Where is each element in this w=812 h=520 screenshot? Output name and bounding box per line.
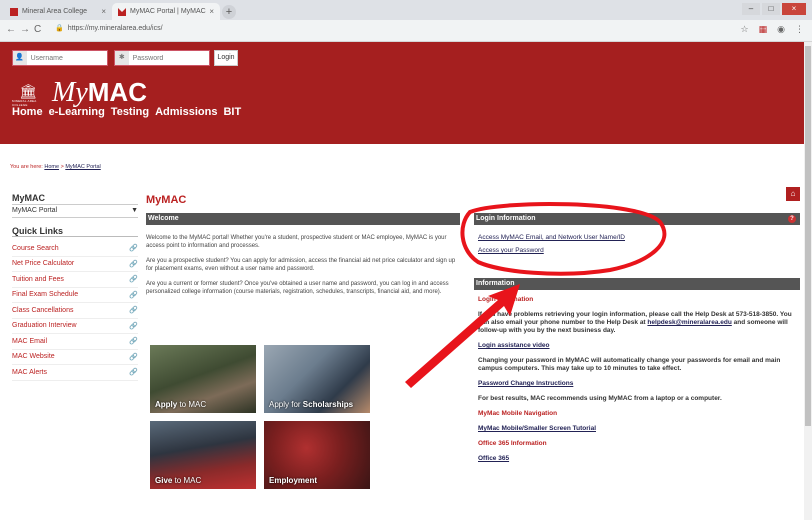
nav-elearning[interactable]: e-Learning — [49, 106, 105, 118]
tab-title: Mineral Area College — [22, 8, 87, 15]
username-field[interactable]: 👤 — [12, 50, 108, 66]
mymac-logo[interactable]: 🏛 MINERAL AREA COLLEGE MyMAC — [12, 77, 147, 107]
browser-tab-bar: Mineral Area College × MyMAC Portal | My… — [0, 0, 812, 20]
quick-link[interactable]: Graduation Interview 🔗 — [12, 319, 138, 334]
portal-select[interactable]: MyMAC Portal ▼ — [12, 204, 138, 218]
give-tile[interactable]: Give to MAC — [150, 421, 256, 489]
college-building-icon: 🏛 MINERAL AREA COLLEGE — [12, 83, 37, 107]
nav-home[interactable]: Home — [12, 106, 43, 118]
link-icon: 🔗 — [129, 291, 138, 299]
link-icon: 🔗 — [129, 260, 138, 268]
nav-testing[interactable]: Testing — [111, 106, 149, 118]
quick-link[interactable]: Course Search 🔗 — [12, 241, 138, 257]
page-title: MyMAC — [146, 194, 187, 206]
close-tab-icon[interactable]: × — [209, 7, 214, 16]
back-icon[interactable]: ← — [6, 24, 16, 35]
office-title: Office 365 Information — [478, 440, 547, 447]
url-text: https://my.mineralarea.edu/ics/ — [67, 25, 163, 32]
chevron-down-icon: ▼ — [131, 207, 138, 214]
mymac-favicon-icon — [118, 7, 126, 16]
minimize-icon[interactable]: – — [742, 3, 760, 15]
welcome-text: Welcome to the MyMAC portal! Whether you… — [146, 235, 456, 295]
quick-link[interactable]: Final Exam Schedule 🔗 — [12, 288, 138, 303]
link-icon: 🔗 — [129, 245, 138, 253]
quick-link[interactable]: MAC Email 🔗 — [12, 334, 138, 350]
user-icon: 👤 — [13, 51, 27, 65]
window-controls: – □ × — [742, 3, 806, 15]
username-input[interactable] — [26, 51, 107, 65]
welcome-header: Welcome — [146, 213, 460, 225]
home-icon[interactable]: ⌂ — [786, 187, 800, 201]
extension-icon[interactable]: ▦ — [759, 24, 768, 35]
login-button[interactable]: Login — [214, 50, 238, 66]
scrollbar-thumb[interactable] — [805, 46, 811, 426]
address-bar-row: ← → C 🔒 https://my.mineralarea.edu/ics/ ☆… — [0, 20, 812, 42]
password-note: Changing your password in MyMAC will aut… — [478, 357, 781, 372]
breadcrumb-current[interactable]: MyMAC Portal — [65, 164, 100, 170]
breadcrumb: You are here: Home > MyMAC Portal — [10, 164, 101, 170]
nav-admissions[interactable]: Admissions — [155, 106, 217, 118]
link-icon: 🔗 — [129, 338, 138, 346]
college-favicon-icon — [10, 7, 18, 16]
close-tab-icon[interactable]: × — [101, 7, 106, 16]
scholarships-tile[interactable]: Apply for Scholarships — [264, 345, 370, 413]
quick-link[interactable]: Class Cancellations 🔗 — [12, 303, 138, 319]
login-info-title: Login Information — [478, 296, 534, 303]
key-icon: ✱ — [115, 51, 129, 65]
toolbar-icons: ☆ ▦ ◉ ⋮ — [741, 24, 804, 35]
maximize-icon[interactable]: □ — [762, 3, 780, 15]
quick-link[interactable]: MAC Alerts 🔗 — [12, 365, 138, 381]
quick-link[interactable]: Tuition and Fees 🔗 — [12, 272, 138, 288]
close-window-icon[interactable]: × — [782, 3, 806, 15]
link-icon: 🔗 — [129, 322, 138, 330]
mobile-title: MyMac Mobile Navigation — [478, 410, 558, 417]
tab-title: MyMAC Portal | MyMAC — [130, 8, 206, 15]
password-field[interactable]: ✱ — [114, 50, 210, 66]
sidebar-title: MyMAC — [12, 193, 45, 203]
account-icon[interactable]: ◉ — [777, 24, 785, 35]
link-icon: 🔗 — [129, 307, 138, 315]
main-nav: Home e-Learning Testing Admissions BIT — [12, 106, 241, 118]
nav-bit[interactable]: BIT — [223, 106, 241, 118]
browser-tab-mymac[interactable]: MyMAC Portal | MyMAC × — [112, 3, 220, 20]
page-scrollbar[interactable] — [804, 42, 812, 520]
login-video-link[interactable]: Login assistance video — [478, 342, 550, 349]
information-body: Login Information If you have problems r… — [478, 296, 798, 470]
login-info-header: Login Information ? — [474, 213, 800, 225]
access-email-link[interactable]: Access MyMAC Email, and Network User Nam… — [478, 234, 625, 241]
login-info-links: Access MyMAC Email, and Network User Nam… — [478, 234, 625, 260]
password-change-link[interactable]: Password Change Instructions — [478, 380, 573, 387]
new-tab-button[interactable]: + — [222, 5, 236, 19]
best-results-text: For best results, MAC recommends using M… — [478, 395, 722, 402]
link-icon: 🔗 — [129, 276, 138, 284]
information-header: Information — [474, 278, 800, 290]
star-icon[interactable]: ☆ — [741, 24, 749, 35]
access-password-link[interactable]: Access your Password — [478, 247, 625, 254]
lock-icon: 🔒 — [55, 25, 64, 32]
office-365-link[interactable]: Office 365 — [478, 455, 509, 462]
quick-links-list: Course Search 🔗 Net Price Calculator 🔗 Tui… — [12, 241, 138, 381]
browser-tab-college[interactable]: Mineral Area College × — [4, 3, 112, 20]
menu-icon[interactable]: ⋮ — [795, 24, 804, 35]
mobile-tutorial-link[interactable]: MyMac Mobile/Smaller Screen Tutorial — [478, 425, 596, 432]
site-header: 👤 ✱ Login 🏛 MINERAL AREA COLLEGE MyMAC H… — [0, 42, 812, 144]
employment-tile[interactable]: Employment — [264, 421, 370, 489]
helpdesk-email-link[interactable]: helpdesk@mineralarea.edu — [647, 319, 731, 326]
logo-mac: MAC — [87, 77, 147, 107]
apply-tile[interactable]: Apply to MAC — [150, 345, 256, 413]
password-input[interactable] — [128, 51, 209, 65]
help-text: If you have problems retrieving your log… — [478, 311, 792, 334]
reload-icon[interactable]: C — [34, 24, 41, 35]
help-icon[interactable]: ? — [788, 215, 796, 223]
link-icon: 🔗 — [129, 369, 138, 377]
quick-link[interactable]: Net Price Calculator 🔗 — [12, 257, 138, 272]
link-icon: 🔗 — [129, 353, 138, 361]
quick-links-title: Quick Links — [12, 226, 138, 237]
quick-link[interactable]: MAC Website 🔗 — [12, 350, 138, 365]
breadcrumb-home[interactable]: Home — [44, 164, 59, 170]
forward-icon[interactable]: → — [20, 24, 30, 35]
logo-my: My — [52, 77, 88, 108]
url-field[interactable]: 🔒 https://my.mineralarea.edu/ics/ — [55, 24, 163, 32]
